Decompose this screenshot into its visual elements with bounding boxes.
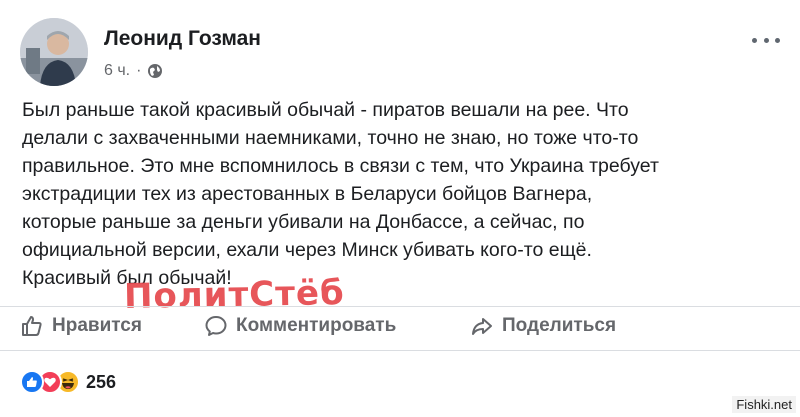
actions-divider-bottom [0,350,800,351]
share-label: Поделиться [502,315,617,336]
post-line: Был раньше такой красивый обычай - пират… [22,99,629,121]
post-body: Был раньше такой красивый обычай - пират… [22,96,782,292]
more-dot-icon [752,37,757,43]
post-line: делали с захваченными наемниками, точно … [22,127,639,149]
author-name[interactable]: Леонид Гозман [104,27,261,51]
site-watermark: Fishki.net [732,396,796,413]
post-line: официальной версии, ехали через Минск уб… [22,239,592,261]
post-time[interactable]: 6 ч. [104,62,130,80]
post-line: которые раньше за деньги убивали на Донб… [22,211,585,233]
comment-button[interactable]: Комментировать [204,314,396,338]
author-avatar[interactable] [20,18,88,86]
reactions-summary[interactable]: 256 [20,370,116,394]
like-label: Нравится [52,315,142,336]
post-line: правильное. Это мне вспомнилось в связи … [22,155,659,177]
like-button[interactable]: Нравится [20,314,142,338]
post-line: экстрадиции тех из арестованных в Белару… [22,183,593,205]
post-header: Леонид Гозман 6 ч. · [20,18,780,88]
share-arrow-icon [472,318,492,335]
avatar-photo-icon [20,18,88,86]
comment-label: Комментировать [236,315,397,336]
more-dot-icon [775,37,780,43]
more-options-button[interactable] [752,30,780,50]
actions-divider-top [0,306,800,307]
share-button[interactable]: Поделиться [470,314,616,338]
post-meta: 6 ч. · [104,62,163,80]
facebook-post-card: Леонид Гозман 6 ч. · Был раньше такой кр… [0,0,800,417]
comment-bubble-icon [205,316,227,336]
post-actions-bar: Нравится Комментировать Поделиться [0,308,800,344]
meta-separator: · [136,62,142,79]
like-reaction-icon [20,370,44,394]
reaction-count: 256 [86,371,117,392]
thumbs-up-icon [22,316,42,336]
more-dot-icon [763,37,769,43]
globe-icon [148,64,163,78]
